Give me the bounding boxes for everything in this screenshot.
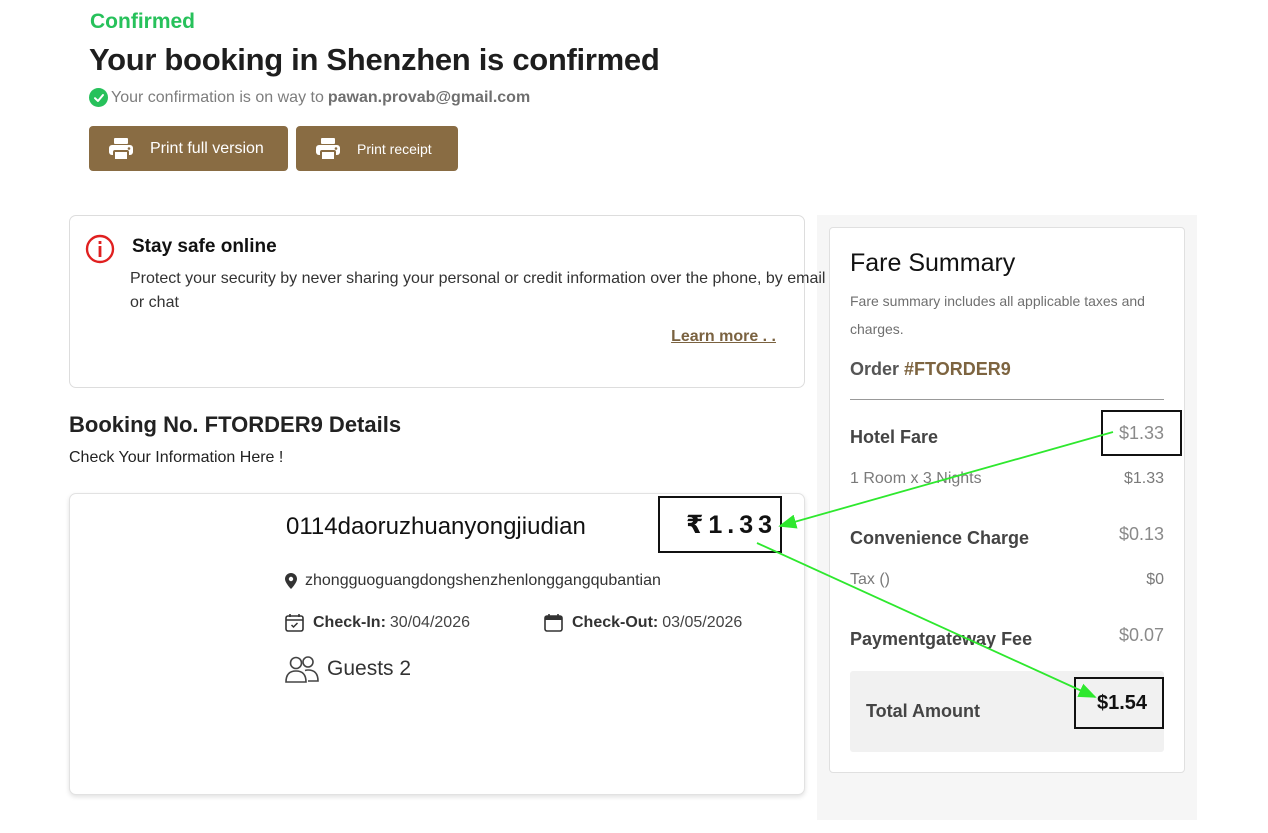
calendar-check-icon — [285, 613, 304, 632]
info-icon — [85, 234, 115, 269]
printer-icon — [315, 137, 341, 161]
convenience-charge-label: Convenience Charge — [850, 528, 1030, 548]
payment-gateway-fee-label: Paymentgateway Fee — [850, 629, 1033, 649]
print-receipt-label: Print receipt — [357, 140, 432, 157]
stay-safe-title: Stay safe online — [132, 236, 277, 257]
printer-icon — [108, 137, 134, 161]
check-in: Check-In: 30/04/2026 — [285, 613, 470, 632]
hotel-fare-value: $1.33 — [1101, 410, 1182, 456]
tax-label: Tax () — [850, 571, 890, 588]
hotel-name: 0114daoruzhuanyongjiudian — [286, 513, 586, 540]
confirmation-message: Your confirmation is on way to pawan.pro… — [89, 88, 530, 107]
tax-value: $0 — [1146, 571, 1164, 588]
location-pin-icon — [285, 573, 297, 589]
hotel-address-text: zhongguoguangdongshenzhenlonggangqubanti… — [305, 572, 661, 589]
order-number-value: #FTORDER9 — [904, 359, 1011, 379]
guests: Guests 2 — [285, 655, 411, 683]
total-amount-row: Total Amount $1.54 — [850, 671, 1164, 752]
room-nights-label: 1 Room x 3 Nights — [850, 470, 982, 487]
learn-more-link[interactable]: Learn more . . — [671, 328, 776, 346]
fare-summary-title: Fare Summary — [850, 249, 1016, 277]
fare-summary-description: Fare summary includes all applicable tax… — [850, 293, 1145, 337]
check-circle-icon — [89, 88, 108, 107]
total-amount-label: Total Amount — [866, 701, 980, 721]
check-in-label: Check-In: — [313, 613, 386, 631]
calendar-icon — [544, 613, 563, 632]
order-number: Order #FTORDER9 — [850, 359, 1011, 380]
hotel-fare-label: Hotel Fare — [850, 427, 939, 447]
total-amount-value: $1.54 — [1074, 677, 1164, 729]
order-label: Order — [850, 359, 900, 379]
print-full-version-label: Print full version — [150, 139, 264, 157]
users-icon — [285, 655, 319, 683]
hotel-price: ₹1.33 — [658, 496, 782, 553]
hotel-card: 0114daoruzhuanyongjiudian ₹1.33 zhongguo… — [69, 493, 805, 795]
room-nights-value: $1.33 — [1123, 470, 1164, 487]
check-out-label: Check-Out: — [572, 613, 659, 631]
page-title: Your booking in Shenzhen is confirmed — [89, 42, 660, 77]
fare-divider — [850, 399, 1164, 400]
booking-heading: Booking No. FTORDER9 Details — [69, 412, 402, 437]
guests-count: Guests 2 — [327, 657, 412, 680]
print-full-version-button[interactable]: Print full version — [89, 126, 288, 171]
payment-gateway-fee-value: $0.07 — [1118, 625, 1164, 645]
check-out-date: 03/05/2026 — [662, 613, 743, 631]
print-receipt-button[interactable]: Print receipt — [296, 126, 458, 171]
check-out: Check-Out: 03/05/2026 — [544, 613, 742, 632]
confirmation-prefix: Your confirmation is on way to — [111, 88, 324, 106]
booking-status: Confirmed — [90, 10, 195, 33]
stay-safe-card: Stay safe online Protect your security b… — [69, 215, 825, 388]
stay-safe-text: Protect your security by never sharing y… — [130, 270, 826, 311]
hotel-address: zhongguoguangdongshenzhenlonggangqubanti… — [285, 572, 661, 590]
booking-subheading: Check Your Information Here ! — [69, 449, 284, 466]
confirmation-email: pawan.provab@gmail.com — [327, 88, 531, 106]
fare-summary-card: Fare Summary Fare summary includes all a… — [829, 227, 1185, 773]
check-in-date: 30/04/2026 — [389, 613, 470, 631]
convenience-charge-value: $0.13 — [1118, 524, 1164, 544]
